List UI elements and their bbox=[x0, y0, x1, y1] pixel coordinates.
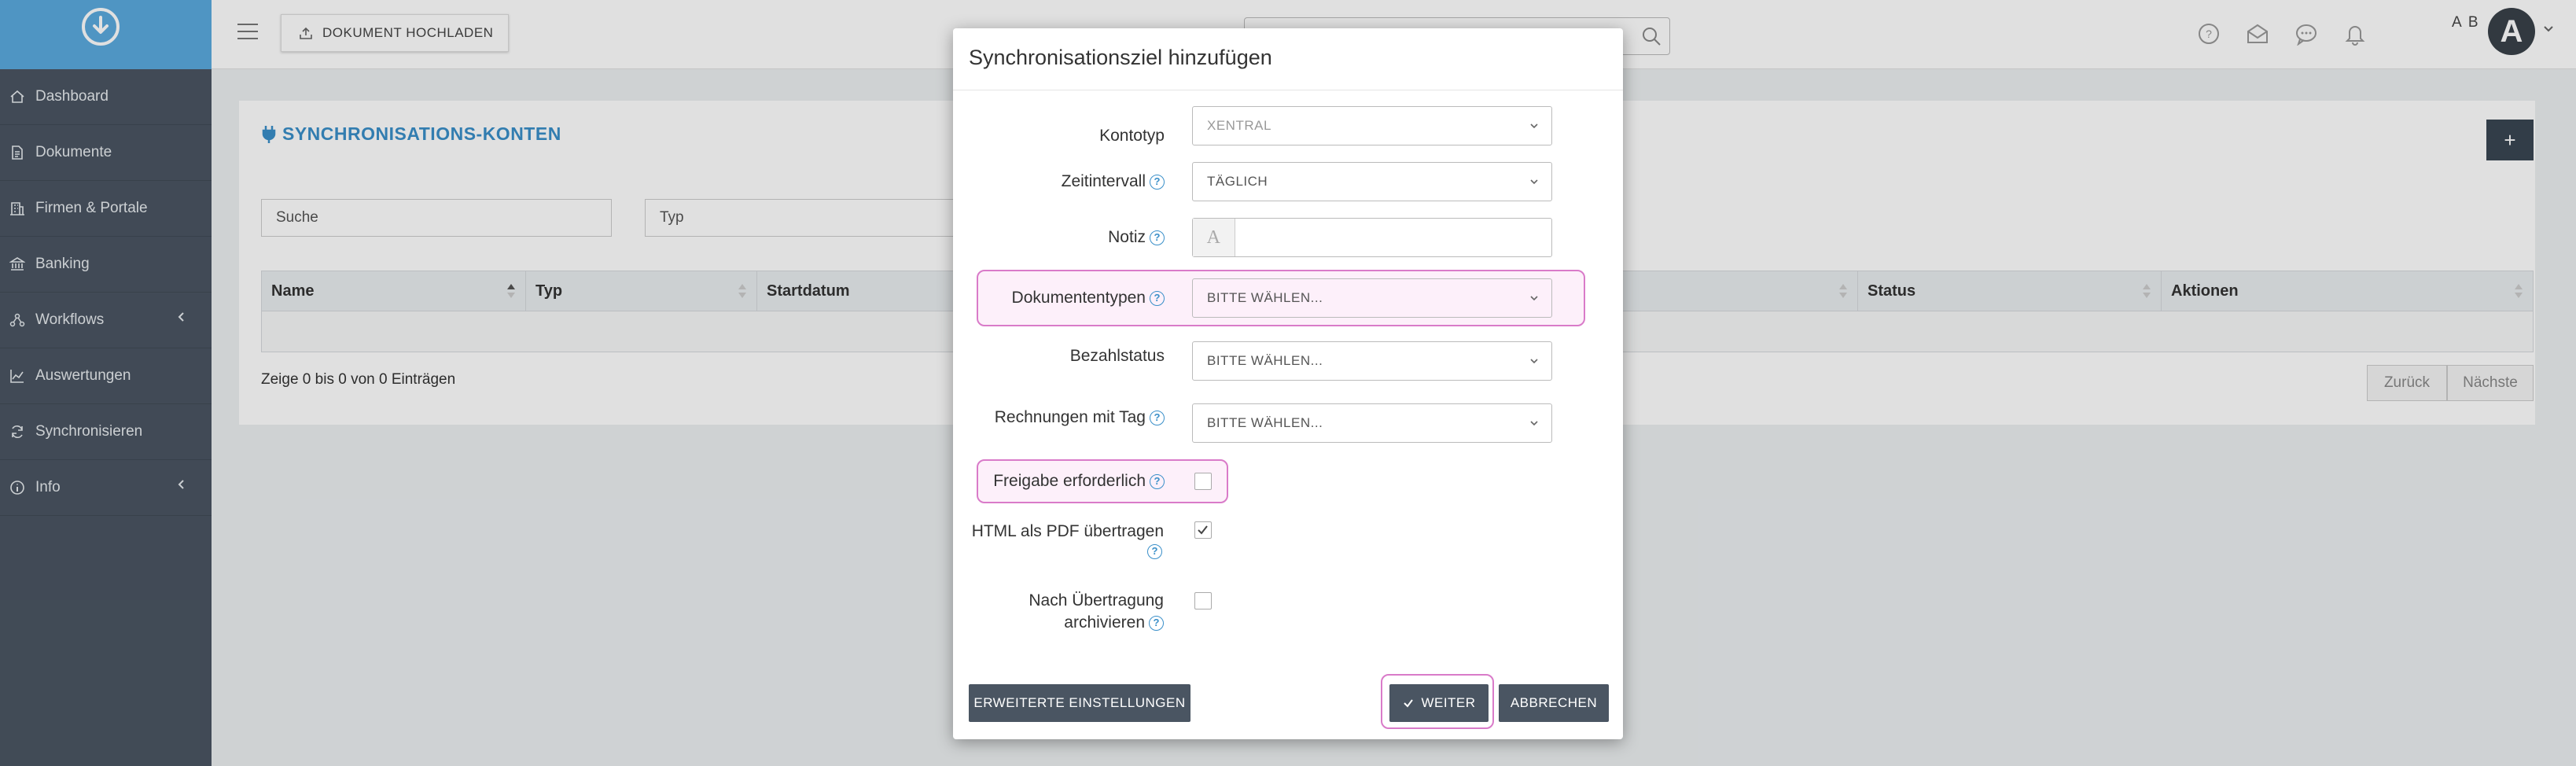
check-icon bbox=[1404, 699, 1414, 708]
help-icon[interactable]: ? bbox=[1150, 290, 1165, 306]
notiz-input[interactable]: A bbox=[1192, 218, 1552, 257]
chevron-down-icon bbox=[1530, 179, 1538, 185]
archivieren-label-line1: Nach Übertragung bbox=[1029, 591, 1164, 609]
dokumententypen-select[interactable]: BITTE WÄHLEN... bbox=[1192, 278, 1552, 318]
html-pdf-checkbox[interactable] bbox=[1194, 521, 1212, 539]
bezahlstatus-select[interactable]: BITTE WÄHLEN... bbox=[1192, 341, 1552, 381]
advanced-settings-button[interactable]: ERWEITERTE EINSTELLUNGEN bbox=[969, 684, 1190, 722]
help-icon[interactable]: ? bbox=[1150, 473, 1165, 489]
chevron-down-icon bbox=[1530, 359, 1538, 364]
cancel-button[interactable]: ABBRECHEN bbox=[1499, 684, 1609, 722]
archivieren-label-line2: archivieren? bbox=[953, 612, 1164, 634]
help-icon[interactable]: ? bbox=[1150, 410, 1165, 425]
rechnungen-tag-label: Rechnungen mit Tag? bbox=[995, 398, 1165, 437]
help-icon[interactable]: ? bbox=[1150, 174, 1165, 190]
rechnungen-tag-select[interactable]: BITTE WÄHLEN... bbox=[1192, 403, 1552, 443]
kontotyp-select[interactable]: XENTRAL bbox=[1192, 106, 1552, 145]
help-icon[interactable]: ? bbox=[1147, 544, 1162, 559]
dialog-title: Synchronisationsziel hinzufügen bbox=[969, 46, 1272, 69]
kontotyp-label: Kontotyp bbox=[1099, 127, 1165, 145]
dokumententypen-label: Dokumententypen? bbox=[1012, 278, 1165, 318]
zeitintervall-select[interactable]: TÄGLICH bbox=[1192, 162, 1552, 201]
help-icon[interactable]: ? bbox=[1149, 615, 1164, 631]
sync-target-dialog: Synchronisationsziel hinzufügen Kontotyp… bbox=[953, 28, 1623, 739]
next-button[interactable]: WEITER bbox=[1389, 684, 1489, 722]
zeitintervall-label: Zeitintervall? bbox=[1062, 162, 1165, 201]
chevron-down-icon bbox=[1530, 421, 1538, 426]
notiz-label: Notiz? bbox=[1108, 218, 1165, 257]
freigabe-checkbox[interactable] bbox=[1194, 473, 1212, 490]
checkmark-icon bbox=[1198, 525, 1208, 535]
text-format-icon: A bbox=[1193, 219, 1235, 256]
help-icon[interactable]: ? bbox=[1150, 230, 1165, 245]
bezahlstatus-label: Bezahlstatus bbox=[1069, 347, 1165, 365]
html-pdf-label: HTML als PDF übertragen bbox=[971, 522, 1164, 540]
chevron-down-icon bbox=[1530, 296, 1538, 301]
archivieren-checkbox[interactable] bbox=[1194, 592, 1212, 609]
freigabe-label: Freigabe erforderlich? bbox=[993, 462, 1165, 501]
chevron-down-icon bbox=[1530, 123, 1538, 129]
